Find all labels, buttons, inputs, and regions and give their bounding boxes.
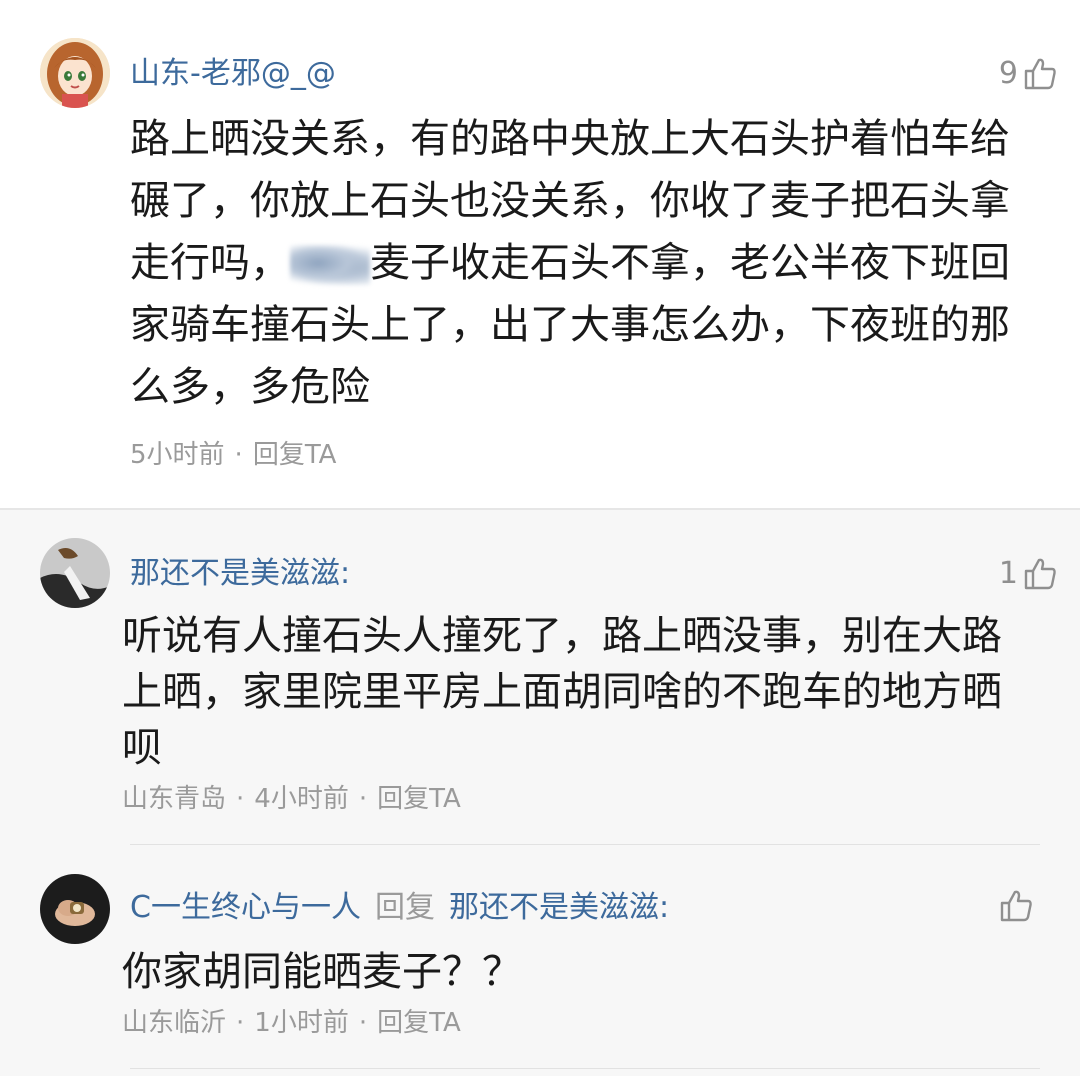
reply-divider bbox=[130, 1068, 1040, 1069]
cartoon-girl-avatar-icon bbox=[40, 38, 110, 108]
reply-text: 听说有人撞石头人撞死了，路上晒没事，别在大路上晒，家里院里平房上面胡同啥的不跑车… bbox=[122, 613, 1002, 771]
thumbs-up-icon bbox=[1000, 890, 1032, 922]
like-count: 9 bbox=[998, 56, 1018, 91]
reply-meta: 山东青岛 · 4小时前 · 回复TA bbox=[122, 782, 461, 816]
like-count: 1 bbox=[998, 556, 1018, 591]
comment-username[interactable]: 山东-老邪@_@ bbox=[130, 54, 336, 94]
reply-meta: 山东临沂 · 1小时前 · 回复TA bbox=[122, 1006, 461, 1040]
replies-section: 那还不是美滋滋: 1 听说有人撞石头人撞死了，路上晒没事，别在大路上晒，家里院里… bbox=[0, 510, 1080, 1076]
avatar[interactable] bbox=[40, 538, 110, 608]
reply-to-username[interactable]: 那还不是美滋滋: bbox=[449, 890, 669, 925]
blurred-image bbox=[290, 245, 370, 285]
reply-location: 山东青岛 bbox=[122, 784, 227, 814]
reply-text: 你家胡同能晒麦子？？ bbox=[122, 949, 522, 995]
reply-time: 4小时前 bbox=[254, 784, 349, 814]
separator-dot: · bbox=[236, 1008, 245, 1038]
thumbs-up-icon bbox=[1024, 58, 1056, 90]
reply-link[interactable]: 回复TA bbox=[377, 784, 461, 814]
reply-link[interactable]: 回复TA bbox=[253, 440, 337, 470]
comment-text: 路上晒没关系，有的路中央放上大石头护着怕车给碾了，你放上石头也没关系，你收了麦子… bbox=[130, 108, 1020, 418]
user-photo-avatar-icon bbox=[40, 538, 110, 608]
reply-time: 1小时前 bbox=[254, 1008, 349, 1038]
like-button[interactable]: 9 bbox=[999, 54, 1058, 94]
separator-dot: · bbox=[358, 784, 368, 814]
reply-divider bbox=[130, 844, 1040, 845]
separator-dot: · bbox=[358, 1008, 368, 1038]
reply-username[interactable]: 那还不是美滋滋: bbox=[130, 554, 350, 594]
reply-username[interactable]: C一生终心与一人 bbox=[130, 890, 361, 925]
reply-header: C一生终心与一人 回复 那还不是美滋滋: bbox=[130, 888, 669, 928]
like-button[interactable]: 1 bbox=[999, 554, 1058, 594]
avatar[interactable] bbox=[40, 38, 110, 108]
reply-link[interactable]: 回复TA bbox=[377, 1008, 461, 1038]
reply-location: 山东临沂 bbox=[122, 1008, 227, 1038]
avatar[interactable] bbox=[40, 874, 110, 944]
comment-time: 5小时前 bbox=[130, 440, 225, 470]
reply-word: 回复 bbox=[374, 890, 435, 925]
separator-dot: · bbox=[236, 784, 245, 814]
comment-meta: 5小时前 · 回复TA bbox=[130, 438, 336, 472]
like-button[interactable] bbox=[994, 888, 1034, 924]
main-comment: 山东-老邪@_@ 9 路上晒没关系，有的路中央放上大石头护着怕车给碾了，你放上石… bbox=[0, 0, 1080, 508]
hands-photo-avatar-icon bbox=[40, 874, 110, 944]
thumbs-up-icon bbox=[1024, 558, 1056, 590]
separator-dot: · bbox=[234, 440, 243, 470]
